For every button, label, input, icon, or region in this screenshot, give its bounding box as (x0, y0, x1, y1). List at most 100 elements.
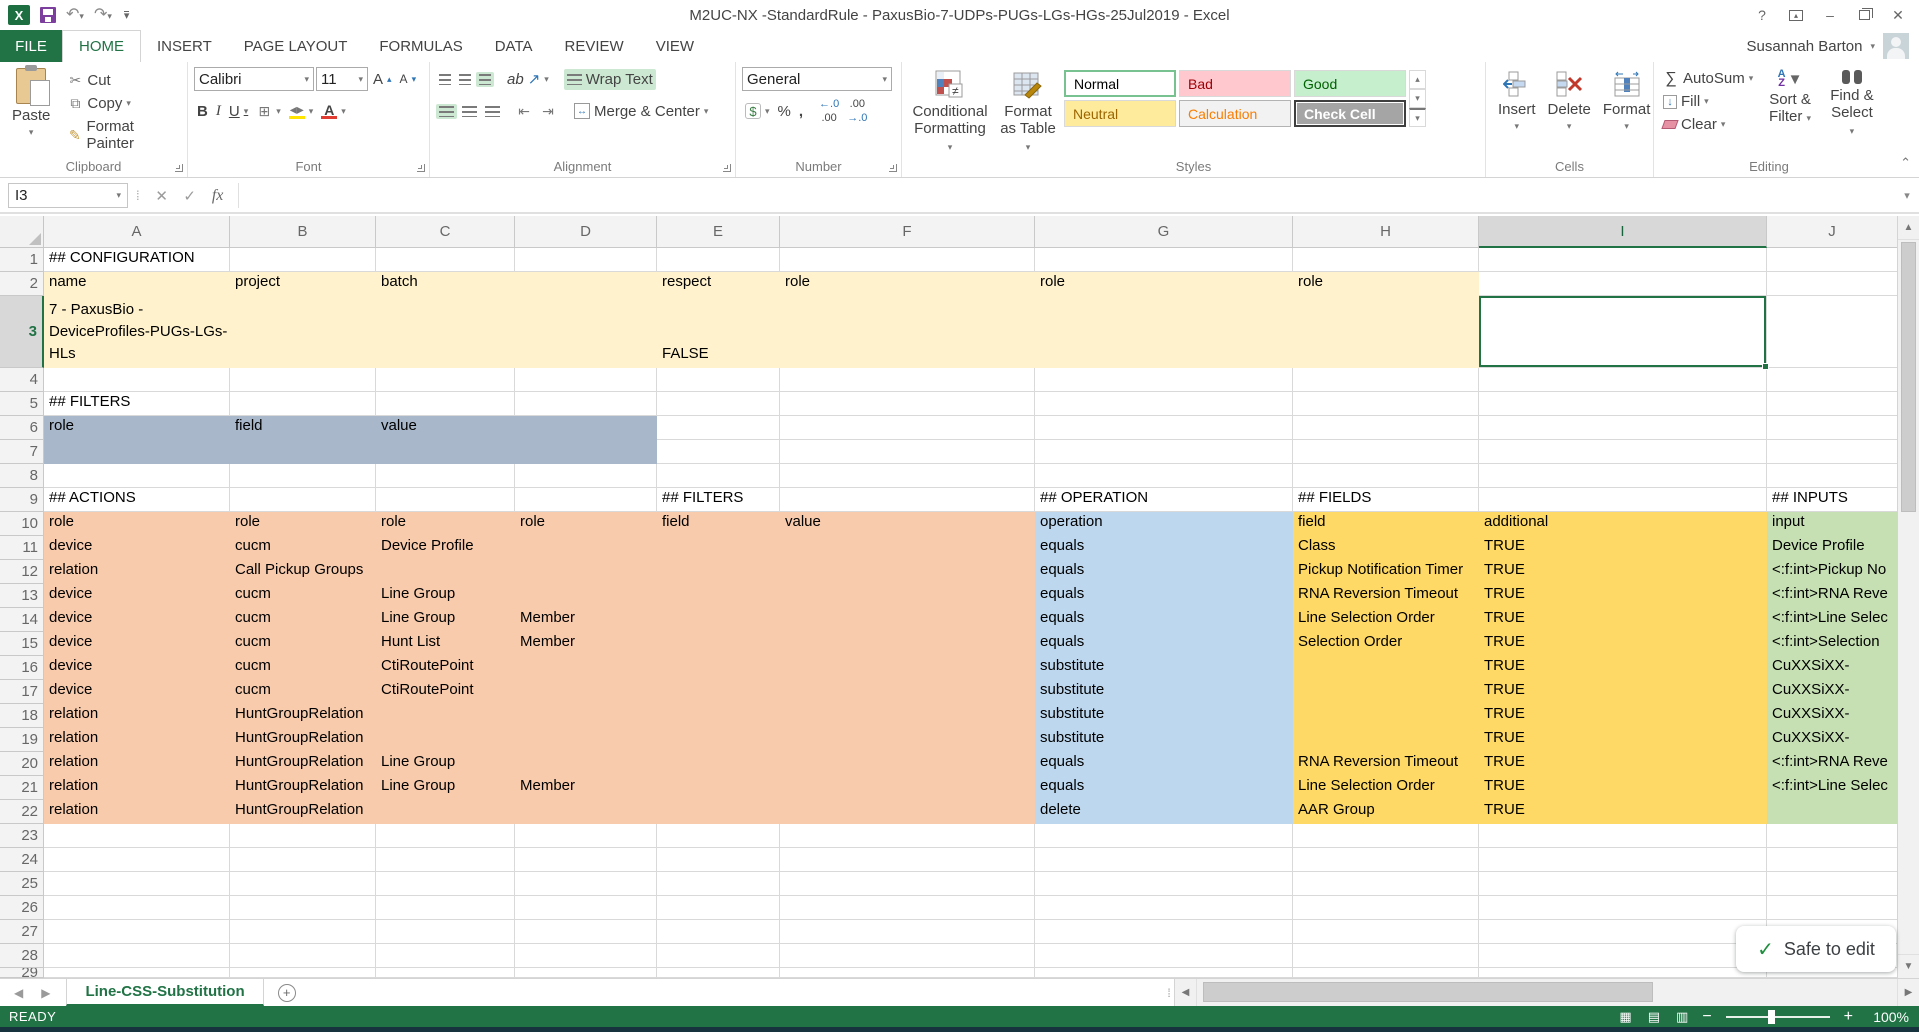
cell-A3[interactable]: 7 - PaxusBio - DeviceProfiles-PUGs-LGs- … (44, 296, 230, 368)
cell-E12[interactable] (657, 560, 780, 584)
cell-H23[interactable] (1293, 824, 1479, 848)
cell-D2[interactable] (515, 272, 657, 296)
fill-color-button[interactable]: ◂▸▾ (286, 101, 317, 121)
cell-I19[interactable]: TRUE (1479, 728, 1767, 752)
cell-J6[interactable] (1767, 416, 1897, 440)
cell-A21[interactable]: relation (44, 776, 230, 800)
cell-G19[interactable]: substitute (1035, 728, 1293, 752)
zoom-in-icon[interactable]: + (1844, 1008, 1853, 1026)
cell-I17[interactable]: TRUE (1479, 680, 1767, 704)
cell-E9[interactable]: ## FILTERS (657, 488, 780, 512)
tab-review[interactable]: REVIEW (549, 30, 640, 62)
cell-J11[interactable]: Device Profile (1767, 536, 1897, 560)
name-box-dropdown-icon[interactable]: ▾ (116, 190, 121, 201)
row-header-12[interactable]: 12 (0, 560, 44, 584)
col-header-C[interactable]: C (376, 216, 515, 248)
clear-button[interactable]: Clear▾ (1660, 114, 1756, 135)
cell-E11[interactable] (657, 536, 780, 560)
cell-B1[interactable] (230, 248, 376, 272)
cell-A28[interactable] (44, 944, 230, 968)
cell-A27[interactable] (44, 920, 230, 944)
cell-E27[interactable] (657, 920, 780, 944)
cell-E29[interactable] (657, 968, 780, 978)
cell-A25[interactable] (44, 872, 230, 896)
cell-G18[interactable]: substitute (1035, 704, 1293, 728)
cell-A14[interactable]: device (44, 608, 230, 632)
cell-C14[interactable]: Line Group (376, 608, 515, 632)
cell-B11[interactable]: cucm (230, 536, 376, 560)
style-good[interactable]: Good (1294, 70, 1406, 97)
cell-F17[interactable] (780, 680, 1035, 704)
font-color-button[interactable]: A▾ (318, 101, 349, 121)
save-icon[interactable] (40, 7, 56, 23)
cell-E1[interactable] (657, 248, 780, 272)
font-size-select[interactable]: 11▾ (316, 67, 368, 91)
cell-C19[interactable] (376, 728, 515, 752)
cell-D28[interactable] (515, 944, 657, 968)
insert-button[interactable]: Insert▾ (1492, 66, 1542, 136)
cell-B10[interactable]: role (230, 512, 376, 536)
cell-H7[interactable] (1293, 440, 1479, 464)
cell-H24[interactable] (1293, 848, 1479, 872)
zoom-slider-thumb[interactable] (1768, 1010, 1775, 1024)
cell-A6[interactable]: role (44, 416, 230, 440)
horizontal-scroll-thumb[interactable] (1203, 982, 1653, 1002)
cell-C2[interactable]: batch (376, 272, 515, 296)
cell-A16[interactable]: device (44, 656, 230, 680)
cell-D24[interactable] (515, 848, 657, 872)
increase-decimal-button[interactable]: ←.0.00 (816, 97, 842, 125)
cell-F25[interactable] (780, 872, 1035, 896)
cell-I8[interactable] (1479, 464, 1767, 488)
customize-qat-icon[interactable]: ▾ (124, 11, 130, 20)
cell-B4[interactable] (230, 368, 376, 392)
bold-button[interactable]: B (194, 101, 211, 122)
row-header-22[interactable]: 22 (0, 800, 44, 824)
row-header-17[interactable]: 17 (0, 680, 44, 704)
cell-H15[interactable]: Selection Order (1293, 632, 1479, 656)
tab-splitter[interactable]: ⁞ (1164, 979, 1174, 1006)
cell-B28[interactable] (230, 944, 376, 968)
cell-I7[interactable] (1479, 440, 1767, 464)
borders-button[interactable]: ⊞▾ (253, 101, 284, 121)
formula-input[interactable] (238, 183, 1895, 208)
cell-J14[interactable]: <:f:int>Line Selec (1767, 608, 1897, 632)
cell-G25[interactable] (1035, 872, 1293, 896)
cell-I25[interactable] (1479, 872, 1767, 896)
tab-insert[interactable]: INSERT (141, 30, 228, 62)
cell-H3[interactable] (1293, 296, 1479, 368)
paste-button[interactable]: Paste▾ (6, 66, 56, 154)
decrease-indent-button[interactable]: ⇤ (513, 101, 535, 121)
cell-B17[interactable]: cucm (230, 680, 376, 704)
cell-F7[interactable] (780, 440, 1035, 464)
cell-A9[interactable]: ## ACTIONS (44, 488, 230, 512)
cell-G22[interactable]: delete (1035, 800, 1293, 824)
horizontal-scrollbar[interactable]: ◀ ▶ (1174, 979, 1919, 1006)
cell-E6[interactable] (657, 416, 780, 440)
grow-font-button[interactable]: A▴ (370, 69, 395, 90)
cell-F26[interactable] (780, 896, 1035, 920)
cell-I26[interactable] (1479, 896, 1767, 920)
cell-D21[interactable]: Member (515, 776, 657, 800)
cell-J22[interactable] (1767, 800, 1897, 824)
cell-C26[interactable] (376, 896, 515, 920)
tab-home[interactable]: HOME (62, 30, 141, 62)
gallery-up-icon[interactable]: ▴ (1409, 70, 1426, 89)
user-dropdown-icon[interactable]: ▾ (1870, 41, 1875, 52)
cell-G4[interactable] (1035, 368, 1293, 392)
cell-J24[interactable] (1767, 848, 1897, 872)
cell-C18[interactable] (376, 704, 515, 728)
cell-H13[interactable]: RNA Reversion Timeout (1293, 584, 1479, 608)
ribbon-display-options-icon[interactable]: ▴ (1781, 3, 1811, 27)
cell-A23[interactable] (44, 824, 230, 848)
cell-F5[interactable] (780, 392, 1035, 416)
cell-B15[interactable]: cucm (230, 632, 376, 656)
cell-E20[interactable] (657, 752, 780, 776)
cell-E10[interactable]: field (657, 512, 780, 536)
cell-J23[interactable] (1767, 824, 1897, 848)
cell-F8[interactable] (780, 464, 1035, 488)
row-header-1[interactable]: 1 (0, 248, 44, 272)
cell-I14[interactable]: TRUE (1479, 608, 1767, 632)
cell-C1[interactable] (376, 248, 515, 272)
font-family-select[interactable]: Calibri▾ (194, 67, 314, 91)
cell-D12[interactable] (515, 560, 657, 584)
